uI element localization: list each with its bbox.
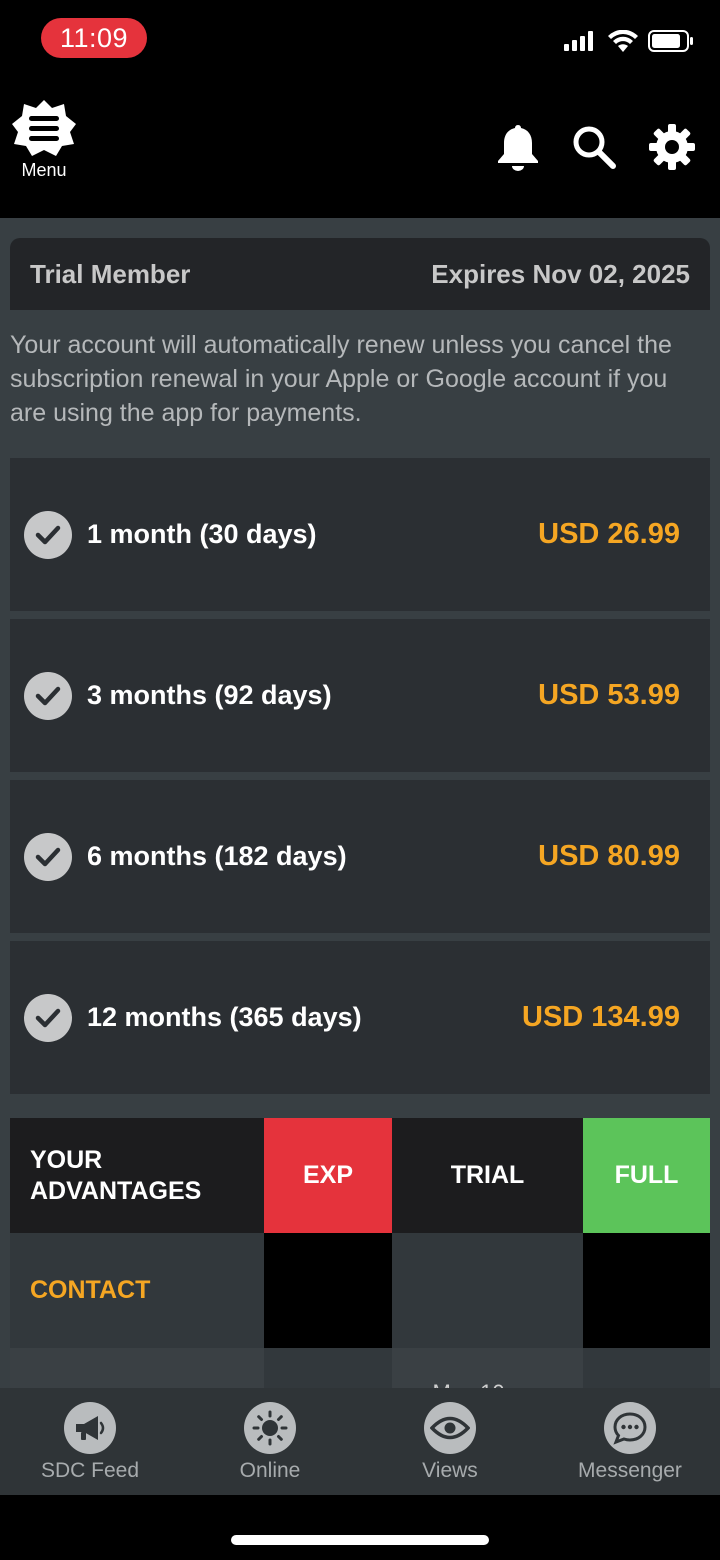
cell-contact-exp	[264, 1233, 392, 1348]
battery-icon	[648, 30, 693, 52]
renewal-notice: Your account will automatically renew un…	[10, 331, 672, 427]
tab-label: Messenger	[578, 1459, 682, 1482]
plan-option-3-months[interactable]: 3 months (92 days) USD 53.99	[10, 619, 710, 772]
search-icon	[573, 126, 616, 169]
plan-option-6-months[interactable]: 6 months (182 days) USD 80.99	[10, 780, 710, 933]
check-icon	[24, 993, 72, 1042]
row-label-contact: CONTACT	[10, 1233, 264, 1348]
bell-icon	[498, 125, 538, 171]
plan-label: 3 months (92 days)	[87, 680, 332, 710]
signal-icon	[564, 31, 593, 51]
tab-label: Online	[239, 1459, 301, 1482]
status-time: 11:09	[41, 18, 147, 58]
app-header: Menu	[0, 80, 720, 218]
wifi-icon	[608, 30, 638, 52]
cell-contact-full	[583, 1233, 710, 1348]
menu-label: Menu	[21, 160, 67, 180]
tab-sdc-feed[interactable]: SDC Feed	[0, 1388, 180, 1495]
subscription-content[interactable]: Trial Member Expires Nov 02, 2025 Your a…	[0, 218, 720, 1388]
tab-online[interactable]: Online	[180, 1388, 360, 1495]
home-area	[0, 1495, 720, 1560]
tab-label: SDC Feed	[40, 1459, 140, 1482]
status-icons	[564, 30, 694, 52]
cell-row2-trial: Max 10 per	[392, 1348, 583, 1388]
advantages-title-line1: YOUR	[30, 1145, 103, 1174]
sun-icon	[244, 1402, 296, 1454]
tab-views[interactable]: Views	[360, 1388, 540, 1495]
tab-label: Views	[422, 1459, 478, 1482]
bottom-tab-bar: SDC Feed Online Views Messenger	[0, 1388, 720, 1495]
eye-icon	[424, 1402, 476, 1454]
membership-status: Trial Member	[30, 258, 191, 289]
column-full: FULL	[583, 1118, 710, 1233]
cell-row2-exp	[264, 1348, 392, 1388]
settings-button[interactable]	[647, 122, 697, 172]
cell-row2-full	[583, 1348, 710, 1388]
advantages-header-row: YOUR ADVANTAGES EXP TRIAL FULL	[10, 1118, 710, 1233]
advantages-row-contact: CONTACT	[10, 1233, 710, 1348]
column-trial: TRIAL	[392, 1118, 583, 1233]
cell-row2-trial-text: Max 10 per	[432, 1380, 542, 1388]
advantages-title-line2: ADVANTAGES	[30, 1176, 202, 1205]
advantages-row-2: Max 10 per	[10, 1348, 710, 1388]
advantages-title: YOUR ADVANTAGES	[10, 1118, 264, 1233]
plan-option-12-months[interactable]: 12 months (365 days) USD 134.99	[10, 941, 710, 1094]
cell-contact-trial	[392, 1233, 583, 1348]
gear-icon	[649, 124, 695, 170]
plan-price: USD 26.99	[538, 518, 680, 550]
tab-messenger[interactable]: Messenger	[540, 1388, 720, 1495]
plan-label: 1 month (30 days)	[87, 519, 317, 549]
menu-icon	[12, 100, 76, 156]
megaphone-icon	[64, 1402, 116, 1454]
menu-button[interactable]: Menu	[10, 98, 78, 188]
column-exp: EXP	[264, 1118, 392, 1233]
plan-label: 12 months (365 days)	[87, 1002, 362, 1032]
chat-icon	[604, 1402, 656, 1454]
plan-price: USD 80.99	[538, 840, 680, 872]
check-icon	[24, 671, 72, 720]
check-icon	[24, 832, 72, 881]
plan-option-1-month[interactable]: 1 month (30 days) USD 26.99	[10, 458, 710, 611]
advantages-table: YOUR ADVANTAGES EXP TRIAL FULL CONTACT M…	[10, 1118, 710, 1388]
row-label-2	[10, 1348, 264, 1388]
membership-expiry: Expires Nov 02, 2025	[431, 258, 690, 289]
status-bar: 11:09	[0, 0, 720, 80]
membership-status-bar: Trial Member Expires Nov 02, 2025	[10, 238, 710, 310]
notifications-button[interactable]	[493, 122, 543, 172]
home-indicator[interactable]	[231, 1535, 489, 1545]
plan-price: USD 53.99	[538, 679, 680, 711]
plan-price: USD 134.99	[522, 1001, 680, 1033]
search-button[interactable]	[569, 122, 619, 172]
plan-label: 6 months (182 days)	[87, 841, 347, 871]
check-icon	[24, 510, 72, 559]
